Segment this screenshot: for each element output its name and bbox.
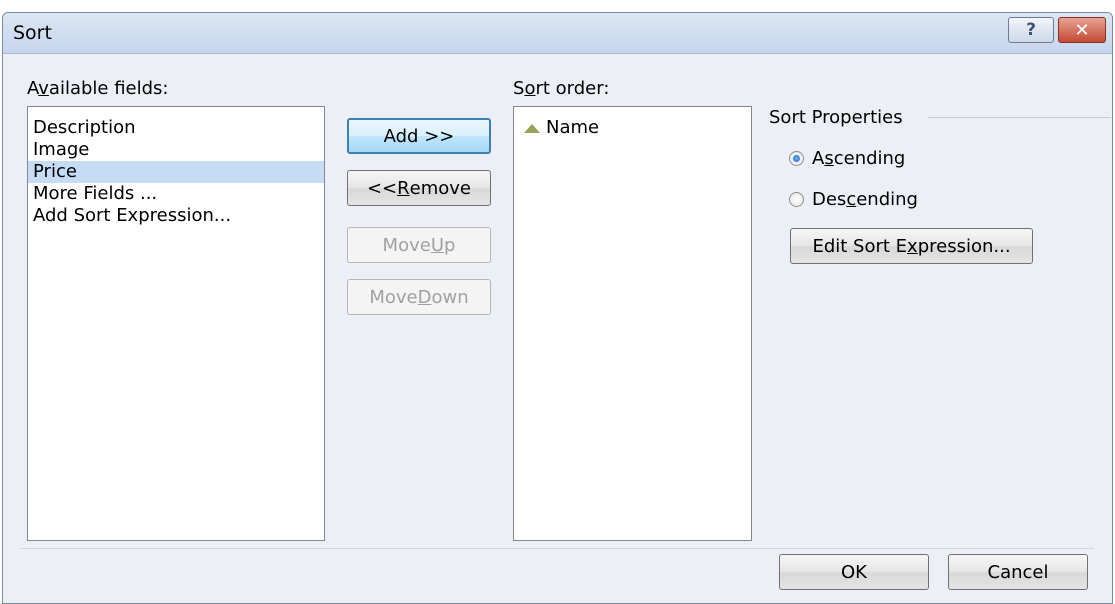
descending-label: Descending (812, 189, 918, 210)
group-divider (928, 117, 1111, 118)
title-bar: Sort ? ✕ (3, 13, 1112, 54)
ascending-label: Ascending (812, 148, 906, 169)
available-fields-list[interactable]: Description Image Price More Fields ... … (27, 106, 325, 541)
radio-unchecked-icon (789, 192, 804, 207)
help-button[interactable]: ? (1008, 17, 1054, 43)
add-button[interactable]: Add >> (347, 118, 491, 154)
list-item[interactable]: Name (514, 117, 751, 139)
close-button[interactable]: ✕ (1058, 17, 1106, 43)
list-item[interactable]: More Fields ... (28, 183, 324, 205)
list-item[interactable]: Description (28, 117, 324, 139)
ascending-sort-icon (524, 123, 540, 133)
close-icon: ✕ (1074, 19, 1090, 41)
cancel-button[interactable]: Cancel (948, 554, 1088, 590)
available-fields-label: Available fields: (27, 78, 169, 99)
sort-dialog: Sort ? ✕ Available fields: Description I… (2, 12, 1113, 604)
move-down-button[interactable]: Move Down (347, 279, 491, 315)
radio-checked-icon (789, 151, 804, 166)
ascending-radio[interactable]: Ascending (789, 148, 905, 169)
help-icon: ? (1026, 20, 1036, 40)
sort-properties-title: Sort Properties (769, 107, 903, 128)
sort-order-list[interactable]: Name (513, 106, 752, 541)
dialog-title: Sort (13, 22, 52, 44)
edit-sort-expression-button[interactable]: Edit Sort Ex pression... (790, 228, 1033, 264)
list-item[interactable]: Image (28, 139, 324, 161)
footer-divider (21, 548, 1094, 549)
ok-button[interactable]: OK (779, 554, 929, 590)
descending-radio[interactable]: Descending (789, 189, 918, 210)
move-up-button[interactable]: Move Up (347, 227, 491, 263)
remove-button[interactable]: << Remove (347, 170, 491, 206)
list-item[interactable]: Price (28, 161, 324, 183)
sort-order-label: Sort order: (513, 78, 610, 99)
list-item[interactable]: Add Sort Expression... (28, 205, 324, 227)
